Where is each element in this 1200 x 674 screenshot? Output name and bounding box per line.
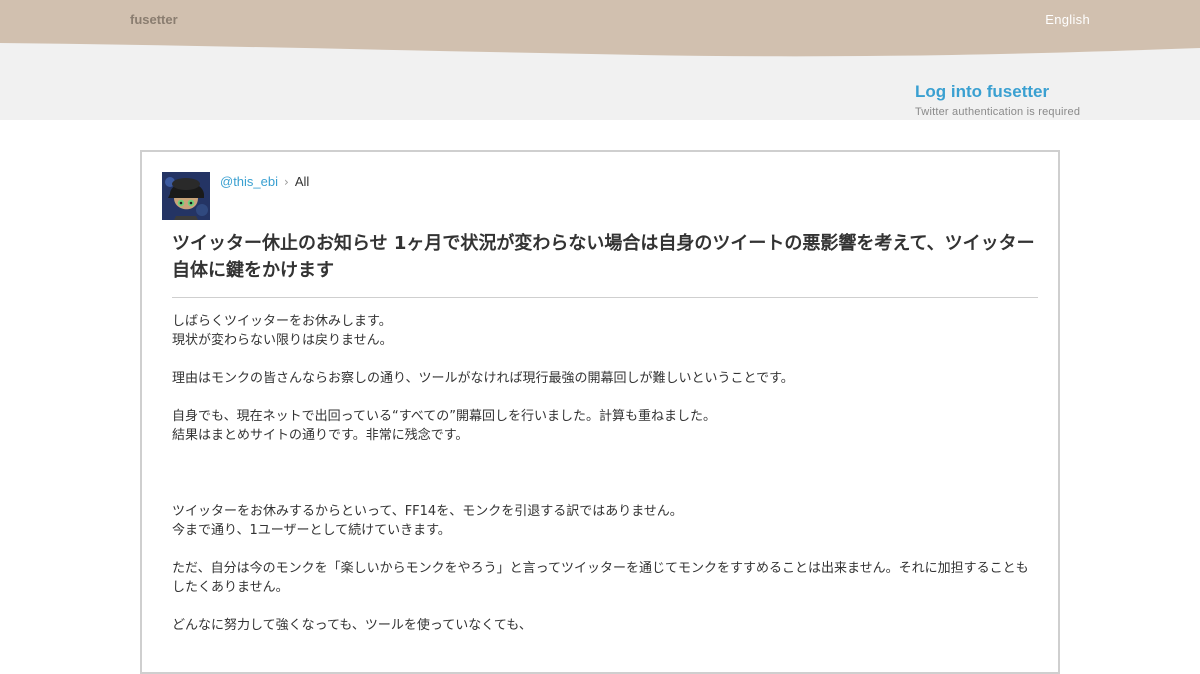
body-line: しばらくツイッターをお休みします。: [172, 314, 392, 329]
login-note: Twitter authentication is required: [915, 106, 1081, 118]
login-link[interactable]: Log into fusetter: [915, 82, 1049, 102]
body-line: [172, 597, 1038, 616]
body-line: 自身でも、現在ネットで出回っている“すべての”開幕回しを行いました。計算も重ねま…: [172, 409, 717, 424]
body-line: 現状が変わらない限りは戻りません。: [172, 333, 393, 348]
body-line: 今まで通り、1ユーザーとして続けていきます。: [172, 523, 451, 538]
post-card: @this_ebi › All ツイッター休止のお知らせ 1ヶ月で状況が変わらない場…: [140, 150, 1060, 674]
avatar[interactable]: [162, 172, 210, 220]
body-line: [172, 464, 1038, 483]
body-line: 理由はモンクの皆さんならお察しの通り、ツールがなければ現行最強の開幕回しが難しい…: [172, 371, 794, 386]
body-line: ただ、自分は今のモンクを「楽しいからモンクをやろう」と言ってツイッターを通じてモ…: [172, 561, 1029, 595]
avatar-image: [162, 172, 210, 220]
body-line: [172, 540, 1038, 559]
title-divider: [172, 297, 1038, 298]
body-line: [172, 350, 1038, 369]
post-title: ツイッター休止のお知らせ 1ヶ月で状況が変わらない場合は自身のツイートの悪影響を…: [172, 233, 1035, 281]
category-label: All: [294, 174, 310, 189]
body-line: 結果はまとめサイトの通りです。非常に残念です。: [172, 428, 469, 443]
breadcrumb-separator: ›: [284, 175, 289, 189]
post-meta: @this_ebi › All: [220, 174, 309, 190]
body-line: [172, 388, 1038, 407]
brand-link[interactable]: fusetter: [130, 12, 178, 27]
post-body: しばらくツイッターをお休みします。 現状が変わらない限りは戻りません。理由はモンク…: [172, 312, 1038, 635]
author-link[interactable]: @this_ebi: [220, 174, 278, 189]
body-line: [172, 483, 1038, 502]
body-line: ツイッターをお休みするからといって、FF14を、モンクを引退する訳ではありません…: [172, 504, 683, 519]
header-wave: [0, 0, 1200, 57]
body-line: [172, 445, 1038, 464]
body-line: どんなに努力して強くなっても、ツールを使っていなくても、: [172, 618, 532, 633]
language-link[interactable]: English: [1045, 12, 1090, 27]
header-band: [0, 0, 1200, 120]
